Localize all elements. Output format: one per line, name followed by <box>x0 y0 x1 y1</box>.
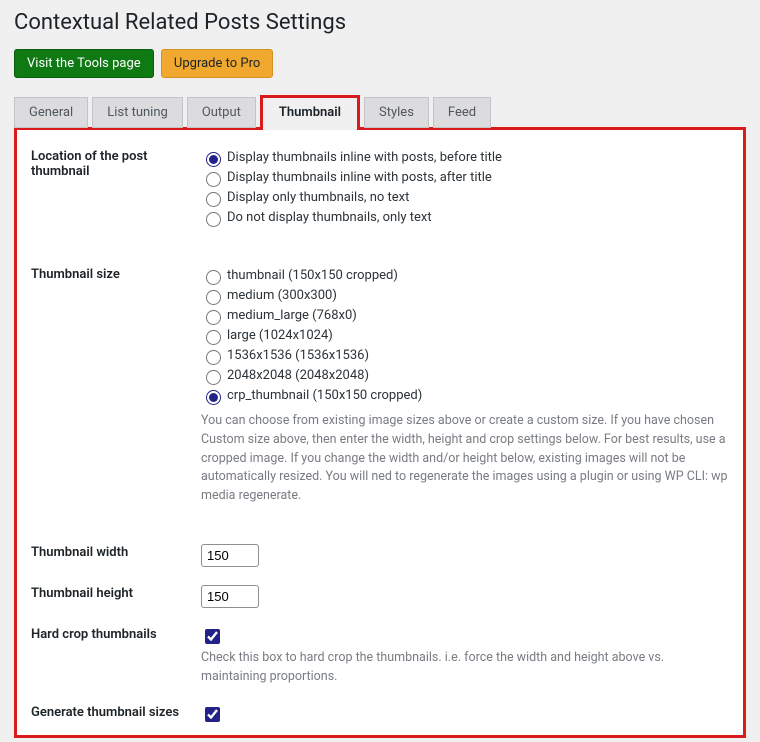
page-title: Contextual Related Posts Settings <box>14 10 746 35</box>
tabs: General List tuning Output Thumbnail Sty… <box>14 92 746 127</box>
tab-feed[interactable]: Feed <box>433 97 491 128</box>
size-description: You can choose from existing image sizes… <box>201 412 729 506</box>
radio-size-2048-label: 2048x2048 (2048x2048) <box>227 366 369 386</box>
visit-tools-button[interactable]: Visit the Tools page <box>14 49 154 78</box>
tab-styles[interactable]: Styles <box>364 97 429 128</box>
radio-size-crp-label: crp_thumbnail (150x150 cropped) <box>227 386 422 406</box>
tab-output[interactable]: Output <box>187 97 256 128</box>
radio-location-only-text[interactable] <box>206 212 221 227</box>
radio-size-medium-large-label: medium_large (768x0) <box>227 306 357 326</box>
tab-list-tuning[interactable]: List tuning <box>92 97 183 128</box>
size-field: thumbnail (150x150 cropped) medium (300x… <box>201 266 729 506</box>
gen-checkbox[interactable] <box>205 707 220 722</box>
width-input[interactable] <box>201 544 259 567</box>
height-label: Thumbnail height <box>31 585 201 601</box>
radio-location-after-label: Display thumbnails inline with posts, af… <box>227 168 492 188</box>
hardcrop-label: Hard crop thumbnails <box>31 626 201 642</box>
radio-size-crp[interactable] <box>206 390 221 405</box>
height-input[interactable] <box>201 585 259 608</box>
hardcrop-description: Check this box to hard crop the thumbnai… <box>201 649 729 687</box>
radio-location-only-thumb[interactable] <box>206 192 221 207</box>
radio-size-medium-large[interactable] <box>206 310 221 325</box>
location-field: Display thumbnails inline with posts, be… <box>201 148 729 228</box>
radio-location-before[interactable] <box>206 152 221 167</box>
radio-location-only-thumb-label: Display only thumbnails, no text <box>227 188 409 208</box>
radio-location-only-text-label: Do not display thumbnails, only text <box>227 208 432 228</box>
radio-size-thumbnail[interactable] <box>206 270 221 285</box>
location-label: Location of the post thumbnail <box>31 148 201 179</box>
tab-thumbnail[interactable]: Thumbnail <box>260 95 360 130</box>
radio-location-after[interactable] <box>206 172 221 187</box>
size-label: Thumbnail size <box>31 266 201 282</box>
radio-size-1536[interactable] <box>206 350 221 365</box>
upgrade-button[interactable]: Upgrade to Pro <box>161 49 273 78</box>
radio-size-large[interactable] <box>206 330 221 345</box>
radio-size-thumbnail-label: thumbnail (150x150 cropped) <box>227 266 398 286</box>
radio-size-2048[interactable] <box>206 370 221 385</box>
tab-general[interactable]: General <box>14 97 88 128</box>
width-label: Thumbnail width <box>31 544 201 560</box>
radio-size-large-label: large (1024x1024) <box>227 326 333 346</box>
gen-label: Generate thumbnail sizes <box>31 704 201 720</box>
radio-size-medium[interactable] <box>206 290 221 305</box>
top-buttons: Visit the Tools page Upgrade to Pro <box>14 49 746 78</box>
settings-panel: Location of the post thumbnail Display t… <box>14 127 746 738</box>
hardcrop-checkbox[interactable] <box>205 629 220 644</box>
radio-size-1536-label: 1536x1536 (1536x1536) <box>227 346 369 366</box>
radio-size-medium-label: medium (300x300) <box>227 286 337 306</box>
radio-location-before-label: Display thumbnails inline with posts, be… <box>227 148 502 168</box>
